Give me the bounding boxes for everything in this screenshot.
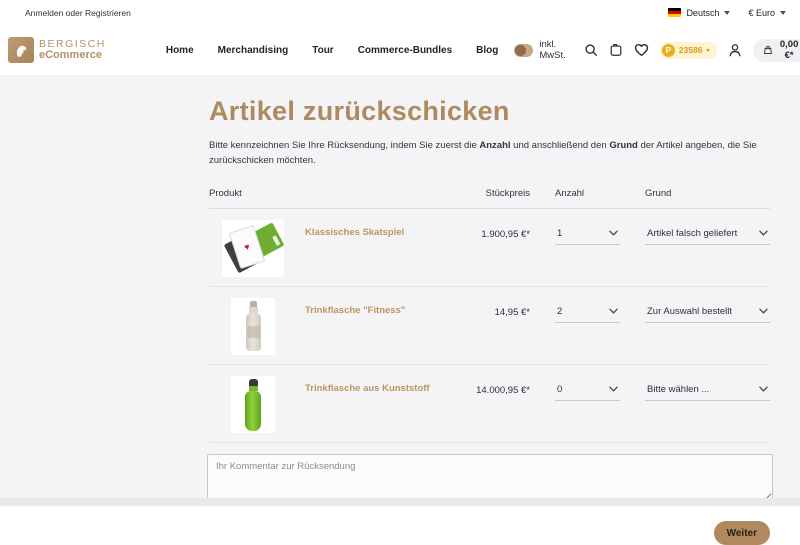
german-flag-icon — [668, 8, 681, 17]
language-label: Deutsch — [686, 8, 719, 18]
nav-item-home[interactable]: Home — [166, 45, 194, 56]
unit-price: 14,95 €* — [437, 296, 530, 355]
search-icon[interactable] — [584, 43, 598, 57]
chevron-down-icon — [706, 49, 710, 52]
locale-controls: Deutsch € Euro — [668, 8, 786, 18]
bottle-body — [246, 313, 261, 351]
reason-select[interactable]: Artikel falsch geliefert — [645, 224, 770, 245]
column-header-product: Produkt — [209, 188, 437, 199]
chevron-down-icon — [759, 230, 768, 236]
reason-select[interactable]: Bitte wählen ... — [645, 380, 770, 401]
product-image-white-bottle[interactable] — [231, 298, 275, 355]
wishlist-heart-icon[interactable] — [634, 43, 649, 57]
page-title: Artikel zurückschicken — [209, 96, 770, 127]
header-actions: inkl. MwSt. P 23586 0,00 €* — [514, 39, 800, 62]
product-cell: Trinkflasche aus Kunststoff — [209, 374, 437, 433]
shopping-bag-icon — [764, 44, 772, 56]
login-register-link[interactable]: Anmelden oder Registrieren — [25, 8, 131, 18]
nav-item-tour[interactable]: Tour — [312, 45, 333, 56]
quantity-select[interactable]: 2 — [555, 302, 620, 323]
table-row: Trinkflasche aus Kunststoff 14.000,95 €*… — [209, 365, 770, 443]
toggle-track[interactable] — [514, 44, 533, 57]
footer-strip — [0, 498, 800, 506]
quantity-select[interactable]: 1 — [555, 224, 620, 245]
lion-logo-icon — [8, 37, 34, 63]
product-name-link[interactable]: Klassisches Skatspiel — [305, 227, 404, 238]
return-items-page: Artikel zurückschicken Bitte kennzeichne… — [209, 75, 770, 545]
points-icon: P — [662, 44, 675, 57]
table-header: Produkt Stückpreis Anzahl Grund — [209, 188, 770, 209]
chevron-down-icon — [724, 11, 730, 15]
vat-toggle-label: inkl. MwSt. — [539, 39, 572, 61]
language-select[interactable]: Deutsch — [668, 8, 730, 18]
nav-item-commerce-bundles[interactable]: Commerce-Bundles — [358, 45, 452, 56]
chevron-down-icon — [759, 308, 768, 314]
chevron-down-icon — [609, 308, 618, 314]
product-image-green-bottle[interactable] — [231, 376, 275, 433]
product-image-skat-cards[interactable]: ♥ — [222, 220, 284, 277]
chevron-down-icon — [609, 230, 618, 236]
nav-item-blog[interactable]: Blog — [476, 45, 498, 56]
chevron-down-icon — [780, 11, 786, 15]
column-header-quantity: Anzahl — [530, 188, 645, 199]
toggle-knob — [515, 45, 526, 56]
reason-select[interactable]: Zur Auswahl bestellt — [645, 302, 770, 323]
intro-text: Bitte kennzeichnen Sie Ihre Rücksendung,… — [209, 139, 770, 168]
table-row: ♥ Klassisches Skatspiel 1.900,95 €* 1 Ar… — [209, 209, 770, 287]
chevron-down-icon — [609, 386, 618, 392]
product-name-link[interactable]: Trinkflasche aus Kunststoff — [305, 383, 430, 394]
cart-total: 0,00 €* — [778, 39, 800, 61]
brand-name: BERGISCH eCommerce — [39, 39, 106, 62]
topbar: Anmelden oder Registrieren Deutsch € Eur… — [0, 0, 800, 25]
bottle-cap — [249, 379, 258, 386]
currency-label: € Euro — [748, 8, 775, 18]
cart-button[interactable]: 0,00 €* — [753, 39, 800, 62]
product-name-link[interactable]: Trinkflasche "Fitness" — [305, 305, 405, 316]
main-header: BERGISCH eCommerce Home Merchandising To… — [0, 25, 800, 75]
column-header-unit-price: Stückpreis — [437, 188, 530, 199]
unit-price: 14.000,95 €* — [437, 374, 530, 433]
bottle-body — [245, 391, 261, 431]
compare-clipboard-icon[interactable] — [609, 43, 623, 57]
brand-line2: eCommerce — [39, 50, 106, 62]
loyalty-points-badge[interactable]: P 23586 — [660, 42, 718, 59]
chevron-down-icon — [759, 386, 768, 392]
points-value: 23586 — [679, 45, 703, 55]
nav-item-merchandising[interactable]: Merchandising — [218, 45, 289, 56]
product-cell: Trinkflasche "Fitness" — [209, 296, 437, 355]
return-comment-input[interactable] — [207, 454, 773, 503]
currency-select[interactable]: € Euro — [748, 8, 786, 18]
brand-logo[interactable]: BERGISCH eCommerce — [8, 37, 106, 63]
table-row: Trinkflasche "Fitness" 14,95 €* 2 Zur Au… — [209, 287, 770, 365]
account-icon[interactable] — [728, 43, 742, 57]
weiter-button[interactable]: Weiter — [714, 521, 770, 545]
quantity-select[interactable]: 0 — [555, 380, 620, 401]
column-header-reason: Grund — [645, 188, 770, 199]
unit-price: 1.900,95 €* — [437, 218, 530, 277]
product-cell: ♥ Klassisches Skatspiel — [209, 218, 437, 277]
main-nav: Home Merchandising Tour Commerce-Bundles… — [166, 45, 499, 56]
vat-toggle[interactable]: inkl. MwSt. — [514, 39, 572, 61]
